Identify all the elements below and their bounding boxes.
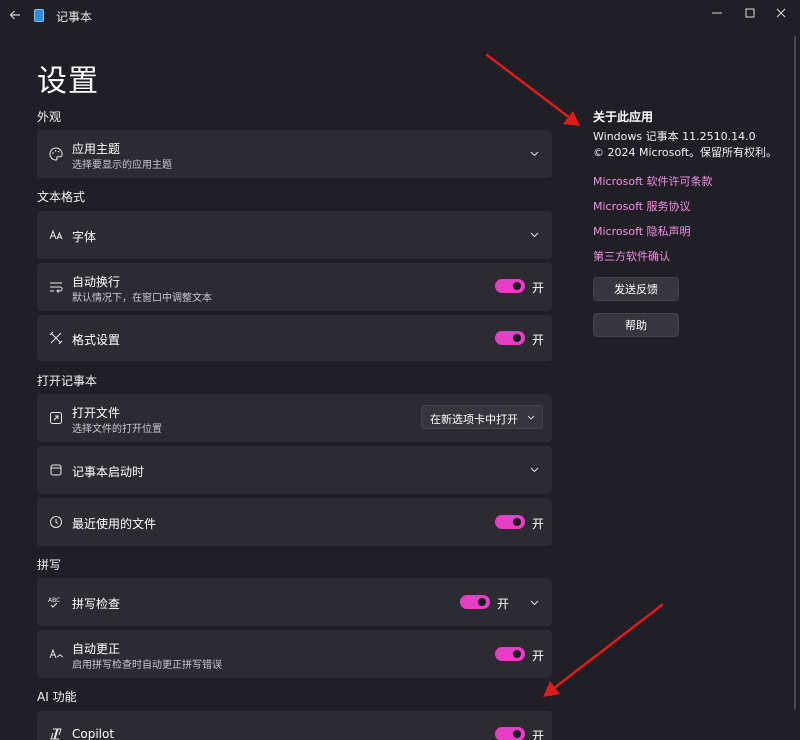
setting-title: 自动更正	[72, 642, 121, 656]
chevron-down-icon[interactable]	[528, 597, 540, 609]
setting-title: Copilot	[72, 727, 115, 740]
word-wrap-icon	[48, 279, 64, 295]
services-agreement-link[interactable]: Microsoft 服务协议	[593, 198, 691, 214]
privacy-statement-link[interactable]: Microsoft 隐私声明	[593, 223, 691, 239]
palette-icon	[48, 146, 64, 162]
help-button[interactable]: 帮助	[593, 313, 679, 337]
setting-open-file: 打开文件 选择文件的打开位置 在新选项卡中打开	[37, 394, 552, 442]
setting-title: 记事本启动时	[72, 465, 145, 479]
setting-copilot: Copilot 开	[37, 711, 552, 740]
svg-text:ABC: ABC	[48, 597, 60, 604]
chevron-down-icon	[526, 412, 536, 422]
setting-description: 选择文件的打开位置	[72, 424, 162, 435]
annotation-arrows	[485, 53, 664, 697]
spell-check-toggle[interactable]	[460, 595, 490, 609]
title-bar: 记事本	[0, 0, 800, 30]
about-title: 关于此应用	[593, 110, 654, 124]
setting-description: 选择要显示的应用主题	[72, 160, 172, 171]
notepad-app-icon	[34, 9, 44, 22]
annotation-arrow-bottom	[543, 603, 664, 697]
send-feedback-button[interactable]: 发送反馈	[593, 277, 679, 301]
toggle-state-label: 开	[497, 597, 510, 611]
setting-title: 字体	[72, 230, 97, 244]
close-button[interactable]	[764, 0, 798, 26]
dropdown-selected-value: 在新选项卡中打开	[430, 413, 518, 426]
setting-formatting: 格式设置 开	[37, 315, 552, 361]
back-button[interactable]	[6, 6, 24, 24]
annotation-arrow-top	[485, 53, 580, 126]
open-file-icon	[48, 410, 64, 426]
setting-description: 默认情况下，在窗口中调整文本	[72, 293, 212, 304]
maximize-icon	[745, 8, 755, 18]
section-spelling: 拼写	[37, 558, 62, 572]
chevron-down-icon[interactable]	[528, 464, 540, 476]
minimize-button[interactable]	[700, 0, 734, 26]
formatting-icon	[48, 330, 64, 346]
close-icon	[776, 8, 786, 18]
open-file-dropdown[interactable]: 在新选项卡中打开	[421, 405, 543, 429]
about-version: Windows 记事本 11.2510.14.0	[593, 130, 756, 143]
toggle-state-label: 开	[532, 281, 545, 295]
toggle-state-label: 开	[532, 729, 545, 740]
back-arrow-icon	[9, 10, 20, 20]
setting-title: 拼写检查	[72, 597, 121, 611]
setting-autocorrect: 自动更正 启用拼写检查时自动更正拼写错误 开	[37, 630, 552, 678]
setting-on-startup[interactable]: 记事本启动时	[37, 446, 552, 494]
setting-title: 应用主题	[72, 142, 121, 156]
section-ai-features: AI 功能	[37, 690, 77, 704]
setting-font[interactable]: 字体	[37, 211, 552, 259]
autocorrect-icon	[48, 646, 64, 662]
minimize-icon	[712, 12, 722, 14]
window-icon	[48, 462, 64, 478]
toggle-state-label: 开	[532, 649, 545, 663]
maximize-button[interactable]	[733, 0, 767, 26]
setting-recent-files: 最近使用的文件 开	[37, 498, 552, 546]
setting-title: 自动换行	[72, 275, 121, 289]
chevron-down-icon[interactable]	[528, 148, 540, 160]
setting-spell-check: ABC 拼写检查 开	[37, 578, 552, 626]
copilot-toggle[interactable]	[495, 727, 525, 740]
copilot-icon	[48, 726, 64, 740]
section-text-format: 文本格式	[37, 190, 86, 204]
section-open-notepad: 打开记事本	[37, 374, 98, 388]
toggle-state-label: 开	[532, 517, 545, 531]
autocorrect-toggle[interactable]	[495, 647, 525, 661]
setting-description: 启用拼写检查时自动更正拼写错误	[72, 660, 222, 671]
setting-app-theme[interactable]: 应用主题 选择要显示的应用主题	[37, 130, 552, 178]
chevron-down-icon[interactable]	[528, 229, 540, 241]
setting-word-wrap: 自动换行 默认情况下，在窗口中调整文本 开	[37, 263, 552, 311]
window-title: 记事本	[56, 10, 93, 24]
font-icon	[48, 227, 64, 243]
setting-title: 打开文件	[72, 406, 121, 420]
recent-files-toggle[interactable]	[495, 515, 525, 529]
formatting-toggle[interactable]	[495, 331, 525, 345]
spell-check-icon: ABC	[48, 594, 64, 610]
license-terms-link[interactable]: Microsoft 软件许可条款	[593, 173, 713, 189]
third-party-notices-link[interactable]: 第三方软件确认	[593, 248, 670, 264]
about-copyright: © 2024 Microsoft。保留所有权利。	[593, 146, 778, 159]
scrollbar[interactable]	[794, 36, 796, 710]
setting-title: 最近使用的文件	[72, 517, 157, 531]
word-wrap-toggle[interactable]	[495, 279, 525, 293]
setting-title: 格式设置	[72, 333, 121, 347]
page-title: 设置	[37, 64, 99, 99]
clock-icon	[48, 514, 64, 530]
toggle-state-label: 开	[532, 333, 545, 347]
section-appearance: 外观	[37, 110, 62, 124]
